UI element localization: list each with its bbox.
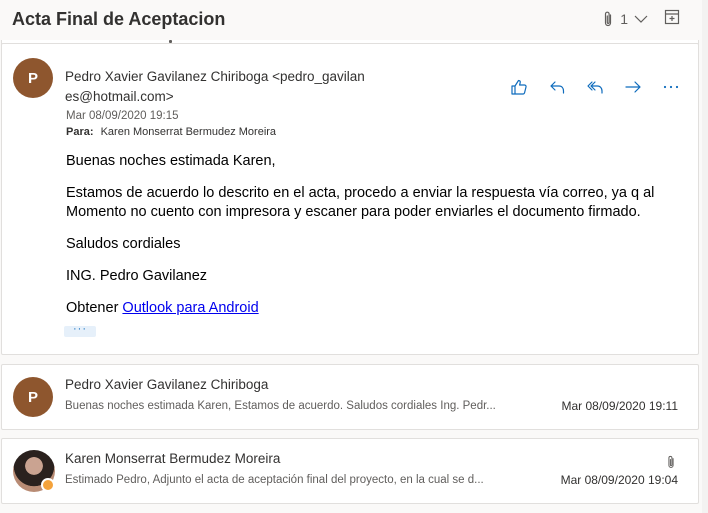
body-greeting: Buenas noches estimada Karen, [66,153,276,169]
sender-line-2: es@hotmail.com> [65,89,174,104]
footer-prefix: Obtener [66,300,123,316]
chevron-down-icon[interactable] [634,14,648,24]
outlook-android-link[interactable]: Outlook para Android [122,300,258,316]
header-controls: 1 [602,9,648,29]
message-actions [510,78,680,96]
sender-name: Pedro Xavier Gavilanez Chiriboga [65,377,269,392]
forward-icon[interactable] [624,78,642,96]
scrollbar-track[interactable] [702,0,708,513]
paperclip-icon [666,454,676,475]
email-subject: Acta Final de Aceptacion [12,9,226,29]
body-signature: ING. Pedro Gavilanez [66,268,208,284]
paperclip-icon[interactable] [602,10,614,28]
message-body: Buenas noches estimada Karen, Estamos de… [66,152,686,331]
more-options-icon[interactable] [662,78,680,96]
sender-name: Karen Monserrat Bermudez Moreira [65,451,281,466]
reading-pane-header: Acta Final de Aceptacion 1 [0,0,708,40]
open-in-new-window-icon[interactable] [664,9,680,30]
message-date: Mar 08/09/2020 19:04 [560,473,678,487]
body-closing: Saludos cordiales [66,236,181,252]
sender-line-1: Pedro Xavier Gavilanez Chiriboga <pedro_… [65,69,365,84]
collapsed-message[interactable]: Karen Monserrat Bermudez Moreira Estimad… [1,438,699,504]
reply-all-icon[interactable] [586,78,604,96]
thumbs-up-icon[interactable] [510,78,528,96]
recipient-name[interactable]: Karen Monserrat Bermudez Moreira [101,126,276,138]
message-preview: Buenas noches estimada Karen, Estamos de… [65,400,496,412]
reply-icon[interactable] [548,78,566,96]
expanded-message: P Pedro Xavier Gavilanez Chiriboga <pedr… [1,43,699,355]
collapsed-message[interactable]: P Pedro Xavier Gavilanez Chiriboga Buena… [1,364,699,430]
recipient-line: Para: Karen Monserrat Bermudez Moreira [66,126,276,138]
to-label: Para: [66,126,94,138]
sender-name[interactable]: Pedro Xavier Gavilanez Chiriboga <pedro_… [65,67,365,107]
show-quoted-text-button[interactable]: ··· [64,324,96,337]
avatar: P [13,377,53,417]
message-preview: Estimado Pedro, Adjunto el acta de acept… [65,474,484,486]
message-date: Mar 08/09/2020 19:15 [66,110,179,122]
body-paragraph: Estamos de acuerdo lo descrito en el act… [66,185,655,220]
message-date: Mar 08/09/2020 19:11 [561,399,678,413]
avatar [13,450,55,492]
attachment-count[interactable]: 1 [620,11,628,27]
avatar: P [13,58,53,98]
presence-away-icon [41,478,55,492]
body-footer: Obtener Outlook para Android [66,299,686,318]
